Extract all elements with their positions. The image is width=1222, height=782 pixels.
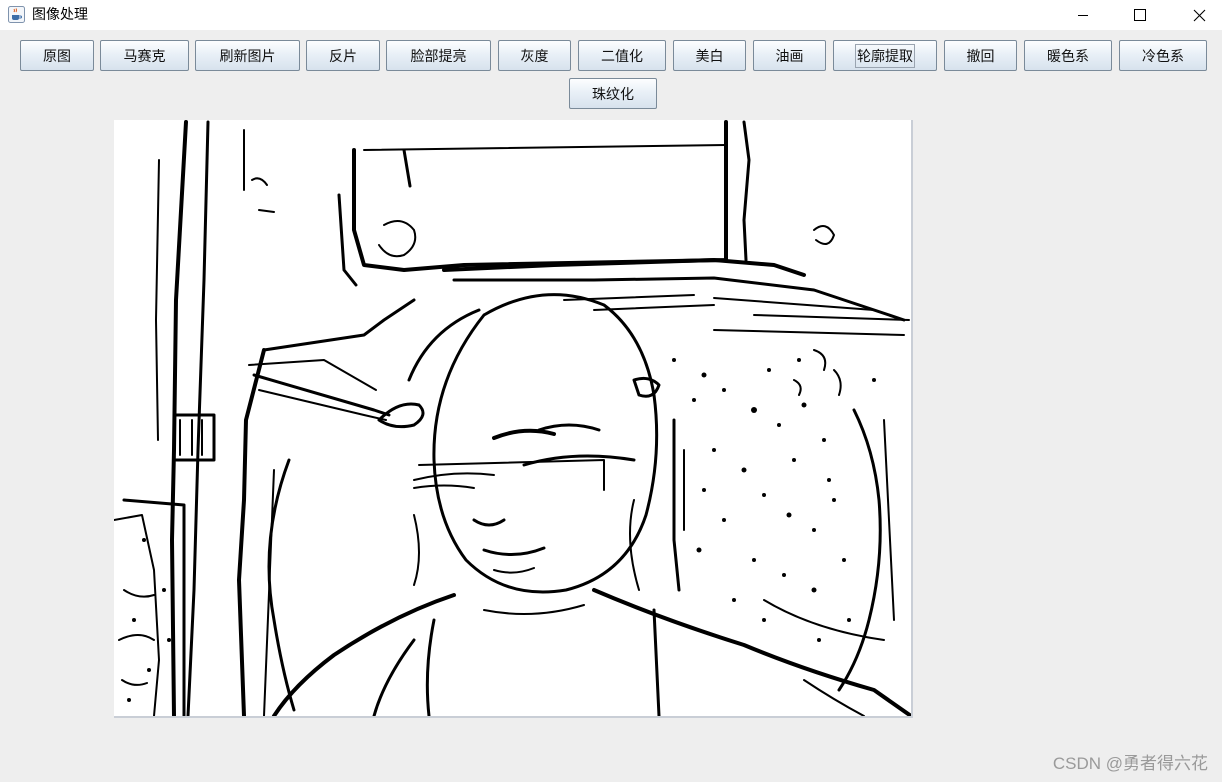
app-window: 图像处理 原图 马赛克 刷新图片 反片 脸部提亮 灰度 二值化 美白 油画 轮廓…: [0, 0, 1222, 782]
face-brighten-button[interactable]: 脸部提亮: [386, 40, 491, 71]
window-title: 图像处理: [32, 7, 88, 23]
refresh-image-button[interactable]: 刷新图片: [195, 40, 300, 71]
minimize-button[interactable]: [1060, 0, 1106, 30]
button-label: 暖色系: [1047, 47, 1089, 64]
contour-image: [114, 120, 911, 716]
image-canvas[interactable]: [114, 120, 913, 718]
grayscale-button[interactable]: 灰度: [498, 40, 571, 71]
title-bar[interactable]: 图像处理: [0, 0, 1222, 30]
warm-tone-button[interactable]: 暖色系: [1024, 40, 1112, 71]
negative-button[interactable]: 反片: [306, 40, 380, 71]
button-label: 美白: [695, 47, 724, 64]
minimize-icon: [1077, 9, 1089, 21]
close-button[interactable]: [1176, 0, 1222, 30]
maximize-button[interactable]: [1117, 0, 1163, 30]
original-image-button[interactable]: 原图: [20, 40, 94, 71]
button-label: 轮廓提取: [855, 43, 915, 68]
whiten-button[interactable]: 美白: [673, 40, 746, 71]
close-icon: [1193, 9, 1206, 22]
button-label: 冷色系: [1142, 47, 1184, 64]
undo-button[interactable]: 撤回: [944, 40, 1017, 71]
button-label: 珠纹化: [592, 85, 634, 102]
oil-painting-button[interactable]: 油画: [753, 40, 826, 71]
bead-texture-button[interactable]: 珠纹化: [569, 78, 657, 109]
button-label: 撤回: [966, 47, 995, 64]
binarize-button[interactable]: 二值化: [578, 40, 666, 71]
button-label: 油画: [775, 47, 804, 64]
button-label: 刷新图片: [219, 47, 276, 64]
button-label: 脸部提亮: [410, 47, 467, 64]
java-cup-icon: [8, 6, 25, 23]
button-label: 反片: [329, 47, 357, 64]
maximize-icon: [1134, 9, 1146, 21]
contour-extract-button[interactable]: 轮廓提取: [833, 40, 937, 71]
button-label: 灰度: [520, 47, 549, 64]
button-label: 马赛克: [123, 47, 166, 64]
button-label: 原图: [43, 47, 71, 64]
cool-tone-button[interactable]: 冷色系: [1119, 40, 1207, 71]
watermark-text: CSDN @勇者得六花: [1052, 754, 1208, 773]
mosaic-button[interactable]: 马赛克: [100, 40, 189, 71]
button-label: 二值化: [601, 47, 643, 64]
